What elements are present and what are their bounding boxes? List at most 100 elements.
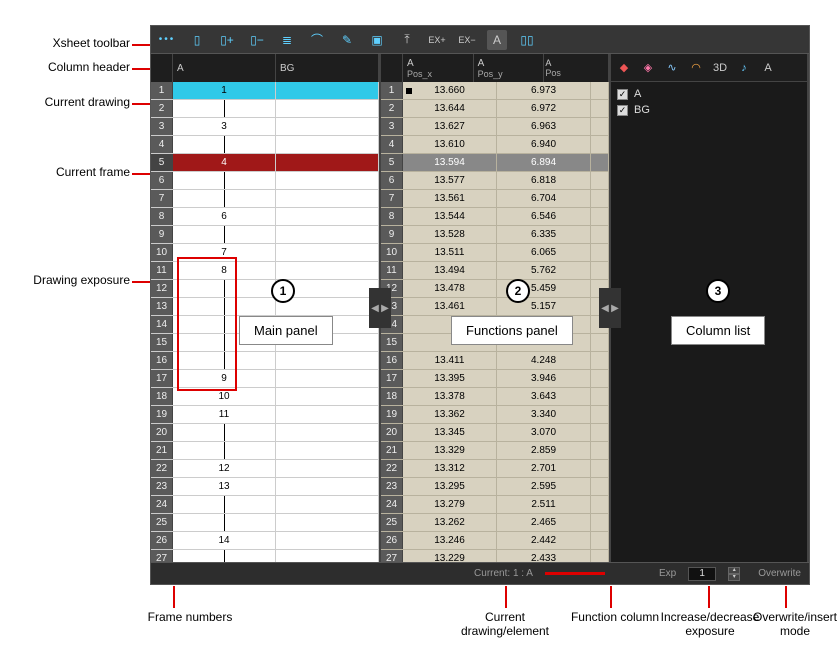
table-row[interactable]: 913.5286.335 [381, 226, 609, 244]
cell-bg[interactable] [276, 226, 379, 243]
cell-pos[interactable] [591, 532, 609, 549]
cell-a[interactable] [173, 280, 276, 297]
scroll-left-icon[interactable]: ◀ [599, 288, 611, 328]
cell-pos[interactable] [591, 118, 609, 135]
checkbox-icon[interactable]: ✓ [617, 89, 628, 100]
cell-bg[interactable] [276, 100, 379, 117]
cell-a[interactable] [173, 496, 276, 513]
list-item[interactable]: ✓BG [617, 102, 801, 118]
column-bg-header[interactable]: BG [276, 54, 379, 82]
mode-toggle[interactable]: Overwrite [758, 568, 801, 579]
cell-bg[interactable] [276, 514, 379, 531]
exposure-stepper[interactable]: ▴ ▾ [728, 567, 740, 581]
cell-bg[interactable] [276, 550, 379, 562]
table-row[interactable]: 118 [151, 262, 379, 280]
cell-pos[interactable] [591, 244, 609, 261]
table-row[interactable]: 1013.5116.065 [381, 244, 609, 262]
letter-a-icon[interactable]: A [487, 30, 507, 50]
list-item[interactable]: ✓A [617, 86, 801, 102]
table-row[interactable]: 1313.4615.157 [381, 298, 609, 316]
table-row[interactable]: 107 [151, 244, 379, 262]
table-row[interactable]: 113.6606.973 [381, 82, 609, 100]
table-row[interactable]: 27 [151, 550, 379, 562]
table-row[interactable]: 313.6276.963 [381, 118, 609, 136]
cell-posy[interactable]: 6.972 [497, 100, 591, 117]
cell-a[interactable]: 7 [173, 244, 276, 261]
cell-a[interactable] [173, 226, 276, 243]
cell-posx[interactable]: 13.262 [403, 514, 497, 531]
cell-a[interactable] [173, 172, 276, 189]
column-filter-tab[interactable]: ∿ [663, 59, 681, 77]
cell-posx[interactable]: 13.362 [403, 406, 497, 423]
cell-a[interactable]: 10 [173, 388, 276, 405]
cell-bg[interactable] [276, 298, 379, 315]
column-filter-tab[interactable]: ◈ [639, 59, 657, 77]
cell-a[interactable]: 11 [173, 406, 276, 423]
cell-posy[interactable]: 6.704 [497, 190, 591, 207]
cell-posy[interactable]: 2.511 [497, 496, 591, 513]
cell-bg[interactable] [276, 478, 379, 495]
table-row[interactable]: 613.5776.818 [381, 172, 609, 190]
table-row[interactable]: 1113.4945.762 [381, 262, 609, 280]
cell-a[interactable] [173, 550, 276, 562]
table-row[interactable]: 2413.2792.511 [381, 496, 609, 514]
col-add-left-icon[interactable]: ▯+ [217, 30, 237, 50]
cell-bg[interactable] [276, 172, 379, 189]
cell-bg[interactable] [276, 154, 379, 171]
exposure-input[interactable] [688, 567, 716, 581]
table-row[interactable]: 2212 [151, 460, 379, 478]
table-row[interactable]: 4 [151, 136, 379, 154]
cell-posy[interactable]: 2.465 [497, 514, 591, 531]
table-row[interactable]: 7 [151, 190, 379, 208]
table-row[interactable]: 179 [151, 370, 379, 388]
column-a-header[interactable]: A [173, 54, 276, 82]
add-column-icon[interactable]: ▯ [187, 30, 207, 50]
cell-a[interactable] [173, 190, 276, 207]
cell-pos[interactable] [591, 550, 609, 562]
table-row[interactable]: 20 [151, 424, 379, 442]
cell-bg[interactable] [276, 424, 379, 441]
stepper-down-icon[interactable]: ▾ [728, 574, 740, 581]
cell-a[interactable]: 13 [173, 478, 276, 495]
cell-a[interactable]: 8 [173, 262, 276, 279]
cell-posy[interactable]: 5.762 [497, 262, 591, 279]
table-row[interactable]: 12 [151, 280, 379, 298]
table-row[interactable]: 2513.2622.465 [381, 514, 609, 532]
column-filter-tab[interactable]: ◆ [615, 59, 633, 77]
table-row[interactable]: 24 [151, 496, 379, 514]
table-row[interactable]: 1713.3953.946 [381, 370, 609, 388]
table-row[interactable]: 713.5616.704 [381, 190, 609, 208]
bucket-icon[interactable]: ▣ [367, 30, 387, 50]
table-row[interactable]: 1810 [151, 388, 379, 406]
cell-posx[interactable]: 13.345 [403, 424, 497, 441]
cell-posx[interactable]: 13.644 [403, 100, 497, 117]
cell-posy[interactable]: 2.859 [497, 442, 591, 459]
cell-posx[interactable]: 13.594 [403, 154, 497, 171]
table-row[interactable]: 54 [151, 154, 379, 172]
cell-bg[interactable] [276, 388, 379, 405]
cell-posy[interactable]: 6.894 [497, 154, 591, 171]
cell-posx[interactable]: 13.610 [403, 136, 497, 153]
cell-posx[interactable]: 13.660 [403, 82, 497, 99]
menu-icon[interactable] [157, 30, 177, 50]
cell-posx[interactable]: 13.544 [403, 208, 497, 225]
table-row[interactable]: 9 [151, 226, 379, 244]
cell-pos[interactable] [591, 100, 609, 117]
table-row[interactable]: 25 [151, 514, 379, 532]
table-row[interactable]: 2213.3122.701 [381, 460, 609, 478]
cell-posx[interactable]: 13.395 [403, 370, 497, 387]
lines-icon[interactable]: ≣ [277, 30, 297, 50]
table-row[interactable]: 2713.2292.433 [381, 550, 609, 562]
ex-minus-icon[interactable]: EX− [457, 30, 477, 50]
cell-pos[interactable] [591, 352, 609, 369]
cell-a[interactable] [173, 298, 276, 315]
cell-pos[interactable] [591, 172, 609, 189]
paint-icon[interactable]: ✎ [337, 30, 357, 50]
cell-a[interactable] [173, 442, 276, 459]
cell-posy[interactable]: 6.065 [497, 244, 591, 261]
table-row[interactable]: 1911 [151, 406, 379, 424]
cell-bg[interactable] [276, 136, 379, 153]
cell-bg[interactable] [276, 496, 379, 513]
table-row[interactable]: 2013.3453.070 [381, 424, 609, 442]
cell-pos[interactable] [591, 334, 609, 351]
